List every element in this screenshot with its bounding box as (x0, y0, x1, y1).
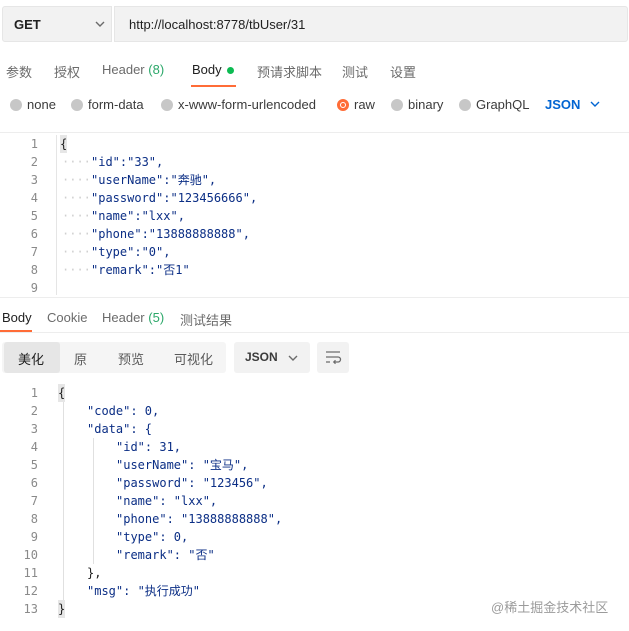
request-body-editor[interactable]: 1{ 2 ···· "id":"33", 3 ···· "userName":"奔驰",… (0, 132, 629, 298)
radio-urlencoded[interactable] (161, 99, 173, 111)
wrap-text-icon (326, 351, 342, 365)
tab-body[interactable]: Body (192, 62, 234, 77)
chevron-down-icon (95, 21, 105, 27)
url-input[interactable]: http://localhost:8778/tbUser/31 (114, 6, 628, 42)
radio-raw[interactable] (337, 99, 349, 111)
view-preview-button[interactable]: 预览 (118, 349, 144, 368)
response-toolbar: 美化 原 预览 可视化 JSON (0, 342, 629, 374)
chevron-down-icon (590, 101, 600, 107)
tab-response-body[interactable]: Body (2, 310, 32, 325)
gutter-divider (56, 135, 57, 295)
method-select[interactable]: GET (2, 6, 112, 42)
response-body-viewer: 1{ 2 "code": 0, 3 "data": { 4 "id": 31, 5 "u… (23, 384, 283, 618)
radio-form-data[interactable] (71, 99, 83, 111)
radio-label-form-data: form-data (88, 97, 144, 112)
radio-none[interactable] (10, 99, 22, 111)
radio-label-none: none (27, 97, 56, 112)
view-pretty-button[interactable]: 美化 (18, 349, 44, 368)
response-tabs: Body Cookie Header (5) 测试结果 (0, 306, 629, 332)
body-type-options: none form-data x-www-form-urlencoded raw… (0, 92, 629, 118)
tab-params[interactable]: 参数 (6, 62, 32, 81)
tab-response-headers[interactable]: Header (5) (102, 310, 164, 325)
indent-guide (93, 438, 94, 564)
watermark: @稀土掘金技术社区 (491, 600, 609, 615)
tab-cookies[interactable]: Cookie (47, 310, 87, 325)
view-raw-button[interactable]: 原 (74, 349, 87, 368)
body-format-select[interactable]: JSON (545, 97, 580, 112)
response-format-label: JSON (245, 350, 278, 364)
tab-auth[interactable]: 授权 (54, 62, 80, 81)
radio-graphql[interactable] (459, 99, 471, 111)
view-visualize-button[interactable]: 可视化 (174, 349, 213, 368)
radio-label-graphql: GraphQL (476, 97, 530, 112)
request-tabs: 参数 授权 Header (8) Body 预请求脚本 测试 设置 (0, 58, 629, 87)
url-text: http://localhost:8778/tbUser/31 (129, 17, 306, 32)
radio-label-raw: raw (354, 97, 375, 112)
tab-settings[interactable]: 设置 (390, 62, 416, 81)
wrap-lines-button[interactable] (317, 342, 349, 373)
tab-tests[interactable]: 测试 (342, 62, 368, 81)
method-label: GET (14, 17, 41, 32)
radio-label-binary: binary (408, 97, 444, 112)
response-format-select[interactable]: JSON (234, 342, 310, 373)
active-tab-indicator (191, 85, 236, 87)
radio-binary[interactable] (391, 99, 403, 111)
tab-headers[interactable]: Header (8) (102, 62, 164, 77)
request-url-bar: GET http://localhost:8778/tbUser/31 (0, 0, 629, 50)
tab-test-results[interactable]: 测试结果 (180, 310, 232, 329)
divider (0, 332, 629, 333)
chevron-down-icon (288, 355, 298, 361)
status-dot-icon (226, 67, 234, 75)
indent-guide (63, 402, 64, 618)
tab-pre-request-script[interactable]: 预请求脚本 (257, 62, 322, 81)
radio-label-urlencoded: x-www-form-urlencoded (178, 97, 316, 112)
view-mode-segmented: 美化 原 预览 可视化 (2, 342, 226, 373)
